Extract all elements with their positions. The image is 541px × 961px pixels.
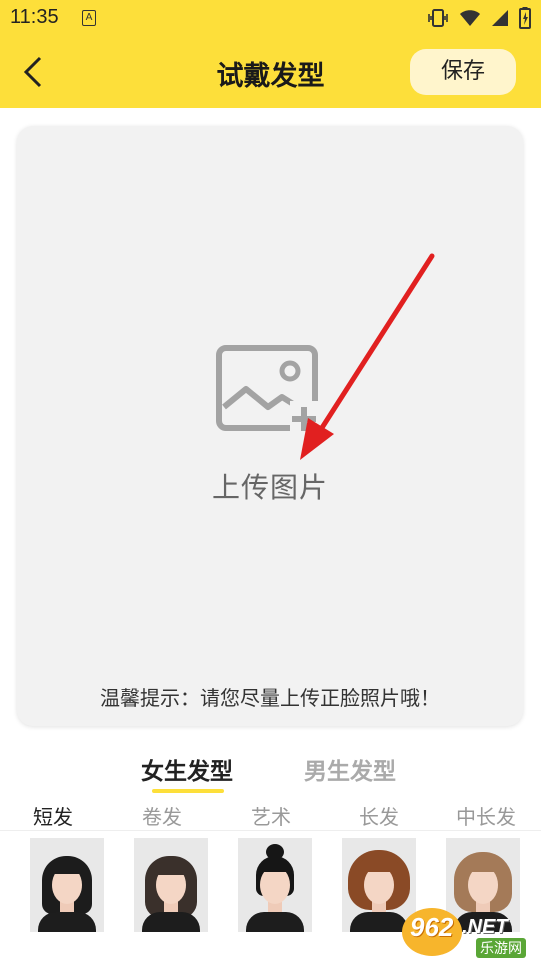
watermark-suffix: .NET [462, 916, 508, 938]
tab-male-hairstyles[interactable]: 男生发型 [304, 752, 396, 786]
bangs [154, 862, 188, 875]
tab-medium-hair[interactable]: 中长发 [456, 801, 516, 830]
status-bar: 11:35 A [0, 0, 541, 36]
top-bar: 11:35 A 试戴发型 保存 [0, 0, 541, 108]
watermark-site: 乐游网 [476, 938, 526, 958]
bangs [358, 858, 400, 872]
save-button[interactable]: 保存 [410, 49, 516, 95]
tab-long-hair[interactable]: 长发 [359, 801, 399, 830]
upload-label: 上传图片 [211, 471, 328, 504]
watermark-number: 962 [410, 912, 454, 942]
hairstyle-thumb-1[interactable] [30, 838, 104, 932]
shirt [142, 912, 200, 932]
app-screen: { "status_bar": {"time": "11:35", "notif… [0, 0, 541, 961]
shirt [38, 912, 96, 932]
upload-card[interactable]: 上传图片 温馨提示：请您尽量上传正脸照片哦！ [17, 126, 523, 726]
battery-icon [519, 7, 531, 29]
shirt [350, 912, 408, 932]
wifi-icon [460, 10, 480, 26]
upload-tip: 温馨提示：请您尽量上传正脸照片哦！ [100, 686, 440, 710]
bangs [50, 862, 84, 874]
style-tabs: 短发 卷发 艺术 长发 中长发 [0, 799, 541, 831]
tab-female-hairstyles[interactable]: 女生发型 [141, 752, 233, 786]
tab-artistic-hair[interactable]: 艺术 [251, 801, 291, 830]
bangs [464, 860, 502, 872]
tabs-divider [0, 830, 541, 831]
bangs [259, 863, 291, 872]
vibrate-icon [428, 9, 448, 27]
status-time: 11:35 [10, 6, 59, 28]
tab-short-hair[interactable]: 短发 [33, 801, 73, 830]
active-tab-indicator [152, 789, 224, 793]
system-icons [427, 6, 531, 30]
signal-icon [492, 10, 508, 26]
notification-icon: A [82, 10, 96, 26]
tab-curly-hair[interactable]: 卷发 [142, 801, 182, 830]
hairstyle-thumb-3[interactable] [238, 838, 312, 932]
site-watermark: 962 .NET 乐游网 [402, 908, 538, 958]
hairstyle-thumb-2[interactable] [134, 838, 208, 932]
shirt [246, 912, 304, 932]
image-add-icon [216, 345, 320, 435]
